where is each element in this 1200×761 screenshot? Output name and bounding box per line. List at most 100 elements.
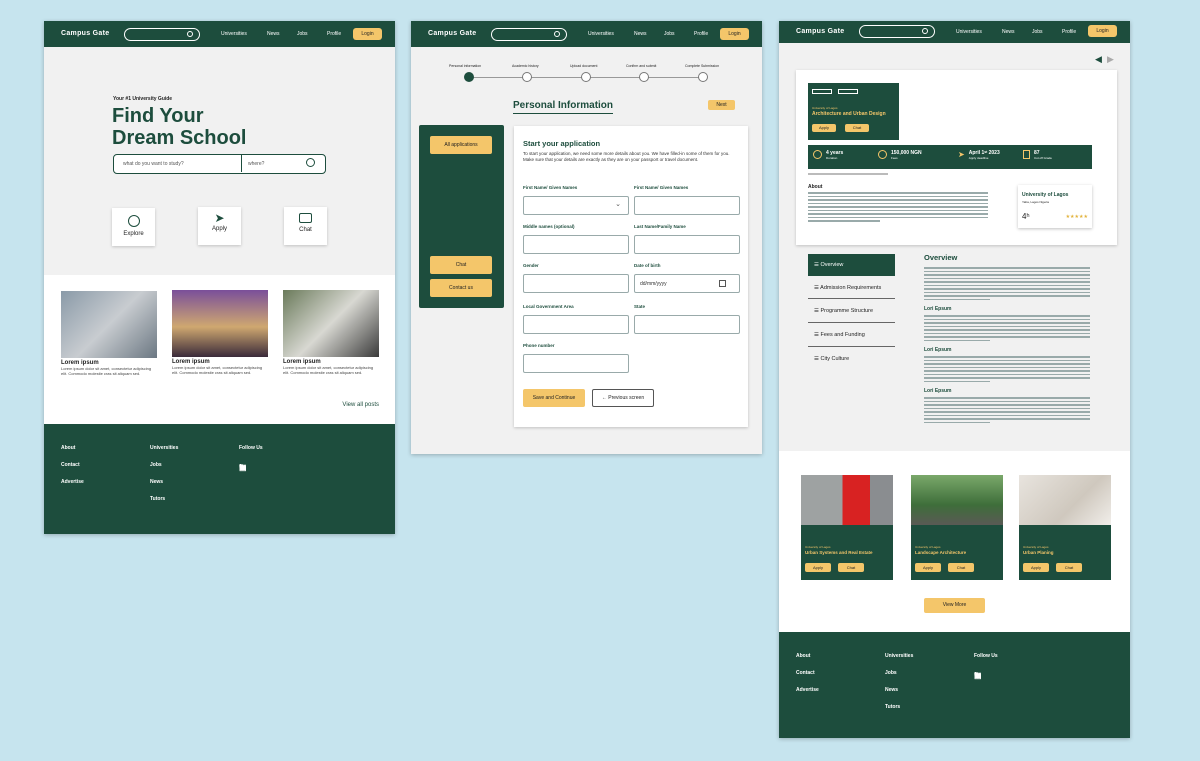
nav-news[interactable]: News <box>267 31 280 37</box>
nav-jobs[interactable]: Jobs <box>664 31 675 37</box>
step-label: Personal information <box>449 64 482 68</box>
view-more-button[interactable]: View More <box>924 598 985 613</box>
chat-card[interactable]: Chat <box>284 207 327 245</box>
last-name-input[interactable] <box>634 235 740 254</box>
gender-input[interactable] <box>523 274 629 293</box>
dob-input[interactable]: dd/mm/yyyy <box>634 274 740 293</box>
tab-admission-requirements[interactable]: ☰ Admission Requirements <box>808 276 895 299</box>
university-card[interactable]: University of Lagos Yaba, Lagos Nigeria … <box>1018 185 1092 228</box>
tab-fees-funding[interactable]: ☰ Fees and Funding <box>808 323 895 347</box>
linkedin-icon[interactable]: in <box>239 463 246 472</box>
globe-icon <box>127 215 140 227</box>
study-search-input[interactable]: what do you want to study? <box>123 161 184 167</box>
course-stats-bar: 4 years Duration 150,000 NGN Fees ➤ April … <box>808 145 1092 169</box>
hero-title: Find Your Dream School <box>112 105 247 149</box>
chevron-down-icon: ⌄ <box>615 201 621 208</box>
footer-news[interactable]: News <box>885 687 898 693</box>
footer-news[interactable]: News <box>150 479 163 485</box>
login-button[interactable]: Login <box>720 28 749 40</box>
nav-universities[interactable]: Universities <box>588 31 614 37</box>
step-1[interactable] <box>464 72 474 82</box>
post-card[interactable]: Lorem ipsum Lorem ipsum dolor sit amet, … <box>172 290 268 375</box>
state-input[interactable] <box>634 315 740 334</box>
chat-button[interactable]: Chat <box>845 124 869 132</box>
nav-universities[interactable]: Universities <box>956 29 982 35</box>
footer-about[interactable]: About <box>61 445 75 451</box>
next-button[interactable]: Next <box>708 100 735 110</box>
footer-tutors[interactable]: Tutors <box>150 496 165 502</box>
course-card[interactable]: University of Lagos Landscape Architectu… <box>911 475 1003 580</box>
footer-universities[interactable]: Universities <box>150 445 178 451</box>
middle-name-input[interactable] <box>523 235 629 254</box>
course-image <box>801 475 893 525</box>
brand-logo[interactable]: Campus Gate <box>61 30 109 37</box>
post-image <box>283 290 379 357</box>
footer-advertise[interactable]: Advertise <box>61 479 84 485</box>
login-button[interactable]: Login <box>353 28 382 40</box>
brand-logo[interactable]: Campus Gate <box>428 30 476 37</box>
apply-button[interactable]: Apply <box>1023 563 1049 572</box>
breadcrumb[interactable] <box>808 173 888 175</box>
chat-button[interactable]: Chat <box>1056 563 1082 572</box>
nav-search-input[interactable] <box>491 28 567 41</box>
tab-programme-structure[interactable]: ☰ Programme Structure <box>808 299 895 323</box>
tab-overview[interactable]: ☰ Overview <box>808 254 895 276</box>
course-card[interactable]: University of Lagos Urban Planing Apply … <box>1019 475 1111 580</box>
step-4[interactable] <box>639 72 649 82</box>
footer-universities[interactable]: Universities <box>885 653 913 659</box>
step-2[interactable] <box>522 72 532 82</box>
course-card[interactable]: University of Lagos Urban Systems and Re… <box>801 475 893 580</box>
step-5[interactable] <box>698 72 708 82</box>
lga-label: Local Government Area <box>523 304 574 309</box>
nav-news[interactable]: News <box>1002 29 1015 35</box>
nav-jobs[interactable]: Jobs <box>297 31 308 37</box>
step-3[interactable] <box>581 72 591 82</box>
phone-input[interactable] <box>523 354 629 373</box>
arrow-left-icon[interactable]: ◀ <box>1095 54 1102 65</box>
brand-logo[interactable]: Campus Gate <box>796 28 844 35</box>
nav-profile[interactable]: Profile <box>1062 29 1076 35</box>
section-heading: Lori Epsum <box>924 388 952 394</box>
lga-input[interactable] <box>523 315 629 334</box>
location-input[interactable]: where? <box>248 161 264 167</box>
login-button[interactable]: Login <box>1088 25 1117 37</box>
apply-button[interactable]: Apply <box>812 124 836 132</box>
footer-advertise[interactable]: Advertise <box>796 687 819 693</box>
all-applications-button[interactable]: All applications <box>430 136 492 154</box>
apply-card[interactable]: ➤ Apply <box>198 207 241 245</box>
nav-news[interactable]: News <box>634 31 647 37</box>
chat-button[interactable]: Chat <box>430 256 492 274</box>
footer-tutors[interactable]: Tutors <box>885 704 900 710</box>
nav-profile[interactable]: Profile <box>694 31 708 37</box>
first-name-select[interactable]: ⌄ <box>523 196 629 215</box>
arrow-right-icon[interactable]: ▶ <box>1107 54 1114 65</box>
nav-universities[interactable]: Universities <box>221 31 247 37</box>
post-card[interactable]: Lorem ipsum Lorem ipsum dolor sit amet, … <box>283 290 379 375</box>
chat-button[interactable]: Chat <box>838 563 864 572</box>
send-icon: ➤ <box>214 211 225 225</box>
contact-us-button[interactable]: Contact us <box>430 279 492 297</box>
footer-contact[interactable]: Contact <box>61 462 80 468</box>
apply-button[interactable]: Apply <box>915 563 941 572</box>
view-all-posts-link[interactable]: View all posts <box>342 402 379 408</box>
footer-about[interactable]: About <box>796 653 810 659</box>
first-name-input-2[interactable] <box>634 196 740 215</box>
footer-contact[interactable]: Contact <box>796 670 815 676</box>
nav-jobs[interactable]: Jobs <box>1032 29 1043 35</box>
footer-jobs[interactable]: Jobs <box>885 670 897 676</box>
nav-search-input[interactable] <box>124 28 200 41</box>
overview-content: Overview Lori Epsum Lori Epsum Lori Epsu… <box>924 253 1090 425</box>
linkedin-icon[interactable]: in <box>974 671 981 680</box>
previous-screen-button[interactable]: ← Previous screen <box>592 389 654 407</box>
tab-city-culture[interactable]: ☰ City Culture <box>808 347 895 371</box>
save-continue-button[interactable]: Save and Continue <box>523 389 585 407</box>
apply-button[interactable]: Apply <box>805 563 831 572</box>
footer-follow-us: Follow Us <box>974 653 998 659</box>
nav-search-input[interactable] <box>859 25 935 38</box>
footer-jobs[interactable]: Jobs <box>150 462 162 468</box>
post-card[interactable]: Lorem ipsum Lorem ipsum dolor sit amet, … <box>61 291 157 376</box>
search-icon[interactable] <box>306 158 315 167</box>
explore-card[interactable]: Explore <box>112 208 155 246</box>
nav-profile[interactable]: Profile <box>327 31 341 37</box>
chat-button[interactable]: Chat <box>948 563 974 572</box>
